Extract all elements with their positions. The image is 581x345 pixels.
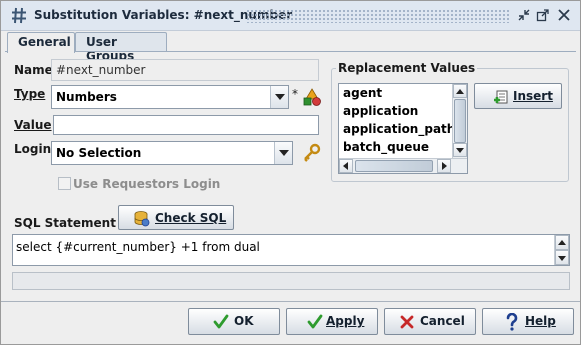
checkmark-icon [307,314,323,329]
sql-vertical-scrollbar[interactable] [554,235,569,265]
shapes-icon[interactable] [302,87,322,107]
check-sql-label: Check SQL [155,211,227,225]
list-vertical-scrollbar[interactable] [452,84,467,158]
restore-icon[interactable] [517,8,531,22]
list-horizontal-scrollbar[interactable] [339,158,467,173]
scroll-up-button[interactable] [555,235,569,250]
scroll-up-button[interactable] [453,84,467,98]
list-item[interactable]: batch_queue [339,138,467,156]
arrow-down-icon [456,148,464,153]
chevron-down-icon[interactable] [274,142,292,164]
tab-general[interactable]: General [7,32,75,53]
scroll-right-button[interactable] [437,159,451,173]
check-sql-button[interactable]: Check SQL [118,205,234,230]
arrow-up-icon [456,89,464,94]
cancel-label: Cancel [420,314,465,328]
help-button[interactable]: Help [482,308,574,335]
type-select[interactable]: Numbers [51,85,289,109]
scroll-left-button[interactable] [339,159,353,173]
title-bar-grip [246,9,510,23]
insert-button[interactable]: Insert [474,83,562,109]
use-requestors-login-label: Use Requestors Login [73,177,221,191]
dialog-window: Substitution Variables: #next_number Gen… [0,0,581,345]
scroll-down-button[interactable] [555,250,569,265]
replacement-values-title: Replacement Values [336,61,478,75]
help-label: Help [525,314,556,328]
arrow-up-icon [558,240,566,245]
type-selected-value: Numbers [56,90,117,104]
button-bar-separator [1,301,580,302]
login-selected-value: No Selection [56,146,142,160]
apply-label: Apply [326,314,365,328]
value-label: Value [14,118,52,132]
close-icon[interactable] [557,8,571,22]
maximize-icon[interactable] [536,8,550,22]
name-field: #next_number [51,59,319,81]
tab-user-groups[interactable]: User Groups [75,32,167,63]
ok-label: OK [234,314,254,328]
list-item[interactable]: agent [339,84,467,102]
arrow-down-icon [558,256,566,261]
name-value: #next_number [56,63,146,77]
sql-statement-label: SQL Statement [14,216,116,230]
arrow-left-icon [343,162,348,170]
arrow-right-icon [442,162,447,170]
insert-icon [494,90,508,104]
cancel-button[interactable]: Cancel [384,308,476,335]
scroll-thumb[interactable] [355,160,433,172]
cancel-x-icon [400,315,414,329]
key-icon[interactable] [302,143,322,163]
question-mark-icon [506,313,518,331]
status-bar [12,272,570,290]
sql-statement-text: select {#current_number} +1 from dual [16,240,260,254]
scroll-down-button[interactable] [453,143,467,157]
hash-icon [12,7,26,24]
apply-button[interactable]: Apply [286,308,378,335]
type-label: Type [14,87,46,101]
tab-panel-border [5,51,576,52]
insert-label: Insert [513,89,553,103]
list-item[interactable]: application [339,102,467,120]
name-label: Name [14,63,53,77]
login-select[interactable]: No Selection [51,141,293,165]
ok-button[interactable]: OK [188,308,280,335]
database-check-icon [134,211,150,227]
use-requestors-login-checkbox[interactable] [58,177,71,190]
login-label: Login [14,142,52,156]
required-marker: * [292,87,298,101]
tab-general-label: General [18,35,71,49]
checkmark-icon [213,314,229,329]
scroll-thumb[interactable] [454,99,466,143]
value-input[interactable] [53,115,319,135]
title-bar[interactable]: Substitution Variables: #next_number [1,1,580,31]
list-item[interactable]: application_path [339,120,467,138]
sql-statement-textarea[interactable]: select {#current_number} +1 from dual [12,234,570,266]
chevron-down-icon[interactable] [270,86,288,108]
replacement-values-list[interactable]: agent application application_path batch… [338,83,468,174]
